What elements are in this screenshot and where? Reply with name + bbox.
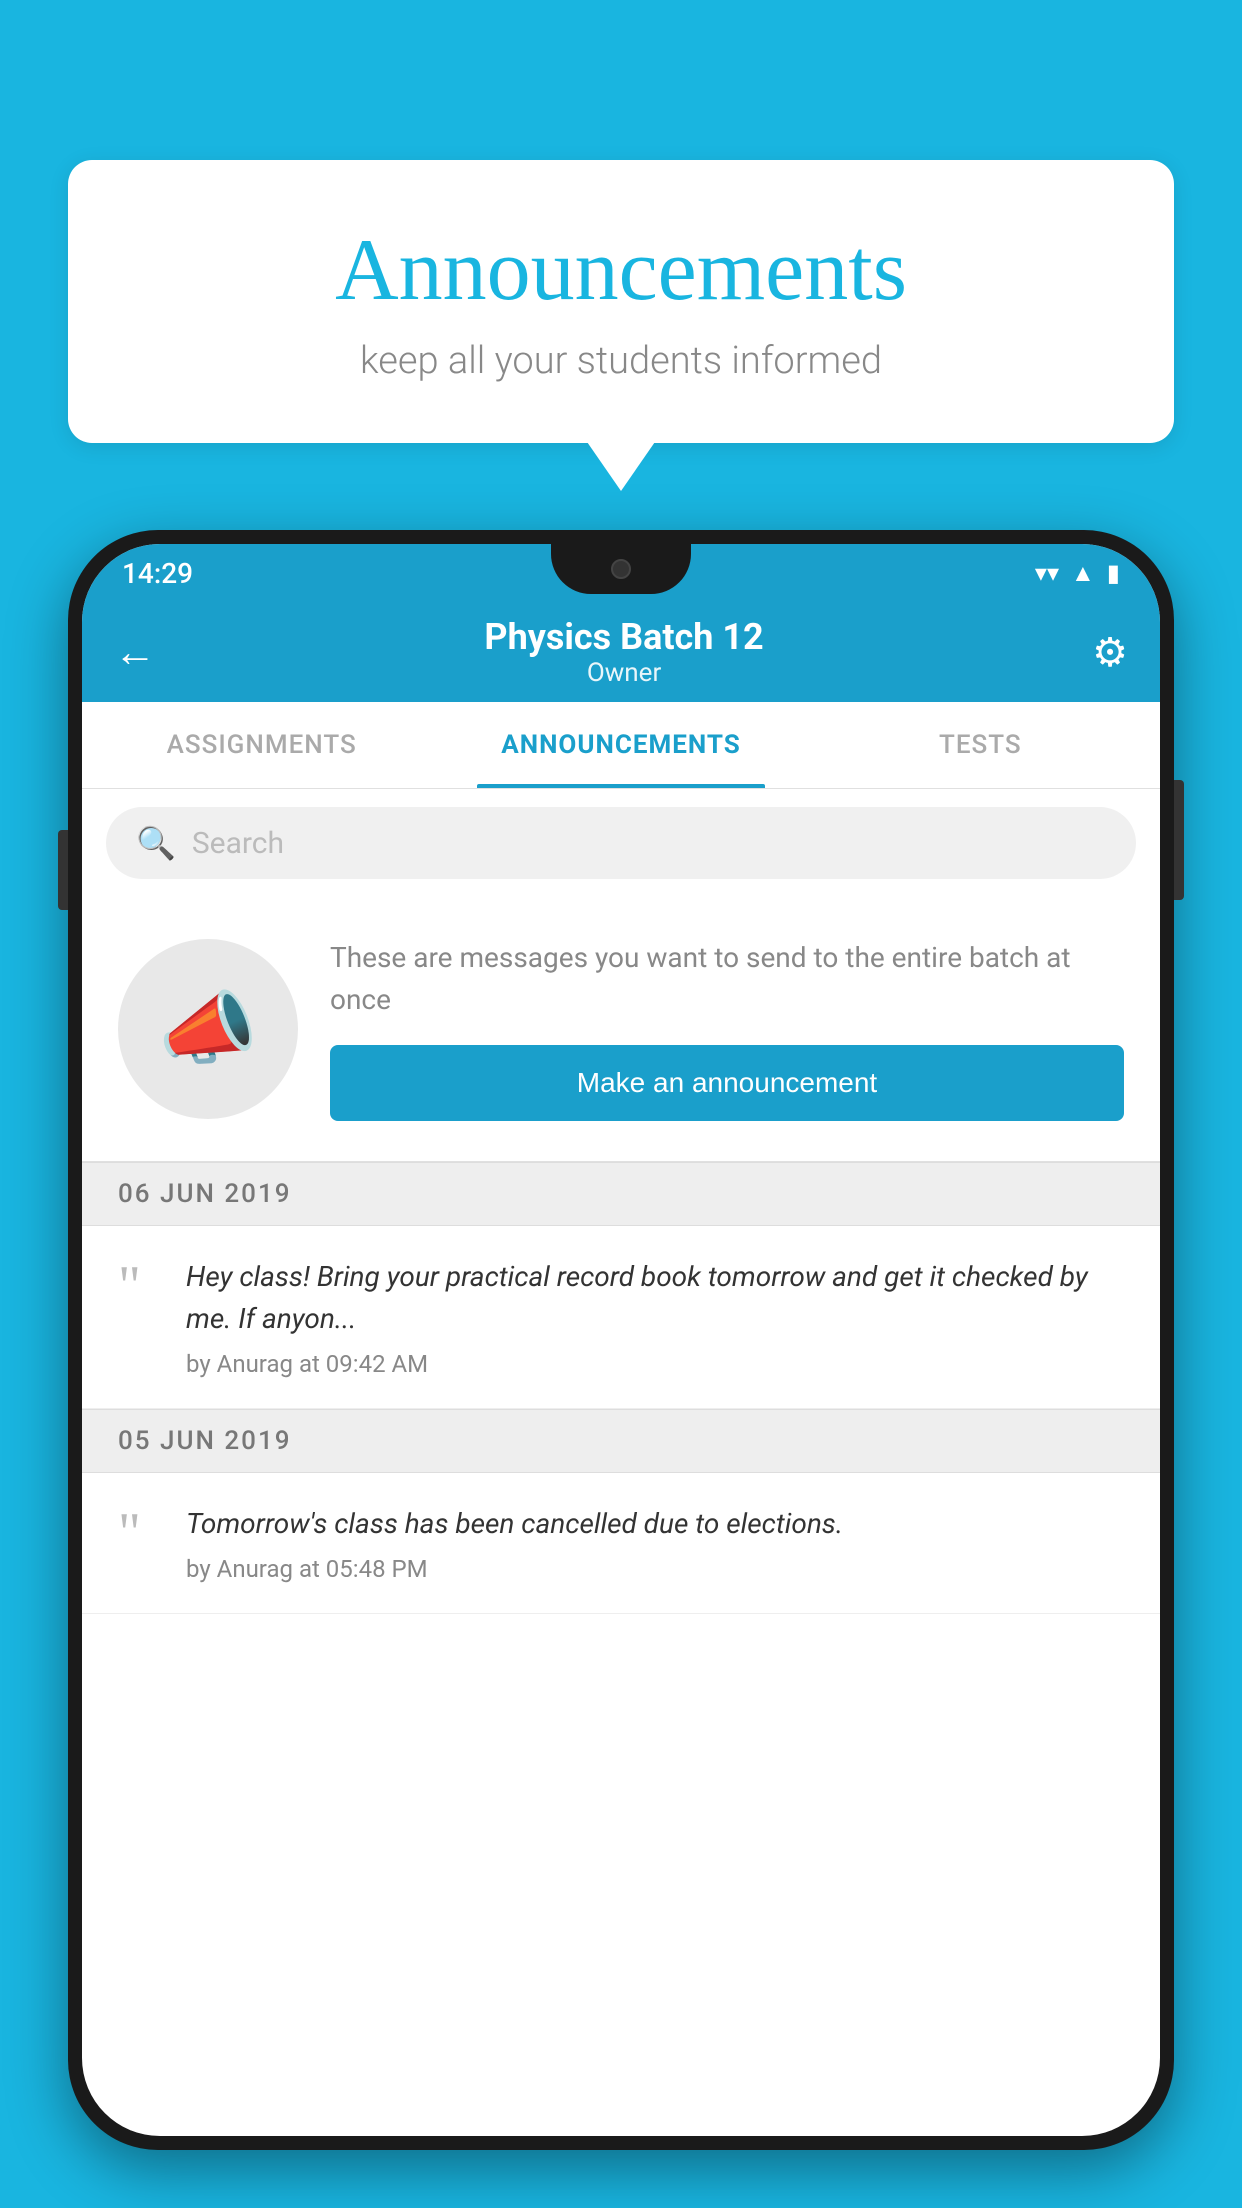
phone-container: 14:29 ▾▾ ▲ ▮ ← Physics Batch 12 Owner ⚙: [68, 530, 1174, 2208]
volume-button: [58, 830, 68, 910]
make-announcement-button[interactable]: Make an announcement: [330, 1045, 1124, 1121]
date-label-2: 05 JUN 2019: [118, 1426, 292, 1456]
back-button[interactable]: ←: [114, 628, 156, 677]
announcement-content-1: Hey class! Bring your practical record b…: [186, 1256, 1124, 1378]
date-section-2: 05 JUN 2019: [82, 1409, 1160, 1473]
announcement-text-2: Tomorrow's class has been cancelled due …: [186, 1503, 1124, 1545]
wifi-icon: ▾▾: [1035, 559, 1059, 587]
app-bar: ← Physics Batch 12 Owner ⚙: [82, 602, 1160, 702]
prompt-right: These are messages you want to send to t…: [330, 937, 1124, 1121]
content-area: 🔍 Search 📣 These are messages you want t…: [82, 789, 1160, 1614]
announcement-prompt-card: 📣 These are messages you want to send to…: [82, 897, 1160, 1162]
front-camera: [611, 559, 631, 579]
bubble-title: Announcements: [118, 220, 1124, 321]
phone-screen: 14:29 ▾▾ ▲ ▮ ← Physics Batch 12 Owner ⚙: [82, 544, 1160, 2136]
search-placeholder-text: Search: [192, 826, 284, 861]
battery-icon: ▮: [1107, 559, 1120, 587]
power-button: [1174, 780, 1184, 900]
announcement-meta-2: by Anurag at 05:48 PM: [186, 1555, 1124, 1583]
search-bar[interactable]: 🔍 Search: [106, 807, 1136, 879]
phone-outer: 14:29 ▾▾ ▲ ▮ ← Physics Batch 12 Owner ⚙: [68, 530, 1174, 2150]
speech-bubble: Announcements keep all your students inf…: [68, 160, 1174, 443]
app-bar-title-container: Physics Batch 12 Owner: [156, 616, 1092, 688]
date-section-1: 06 JUN 2019: [82, 1162, 1160, 1226]
status-time: 14:29: [122, 557, 193, 590]
prompt-text: These are messages you want to send to t…: [330, 937, 1124, 1021]
announcement-content-2: Tomorrow's class has been cancelled due …: [186, 1503, 1124, 1583]
signal-icon: ▲: [1071, 559, 1095, 588]
phone-notch: [551, 544, 691, 594]
announcement-item-2[interactable]: " Tomorrow's class has been cancelled du…: [82, 1473, 1160, 1614]
app-bar-title: Physics Batch 12: [156, 616, 1092, 658]
quote-icon-2: ": [118, 1511, 158, 1556]
tabs-container: ASSIGNMENTS ANNOUNCEMENTS TESTS: [82, 702, 1160, 789]
announcement-meta-1: by Anurag at 09:42 AM: [186, 1350, 1124, 1378]
app-bar-subtitle: Owner: [156, 658, 1092, 688]
announcement-item-1[interactable]: " Hey class! Bring your practical record…: [82, 1226, 1160, 1409]
megaphone-icon: 📣: [158, 982, 258, 1076]
announcement-text-1: Hey class! Bring your practical record b…: [186, 1256, 1124, 1340]
search-bar-container: 🔍 Search: [82, 789, 1160, 897]
search-icon: 🔍: [136, 824, 176, 862]
megaphone-circle: 📣: [118, 939, 298, 1119]
tab-announcements[interactable]: ANNOUNCEMENTS: [441, 702, 800, 788]
tab-assignments[interactable]: ASSIGNMENTS: [82, 702, 441, 788]
bubble-subtitle: keep all your students informed: [118, 339, 1124, 383]
status-icons: ▾▾ ▲ ▮: [1035, 559, 1120, 588]
tab-tests[interactable]: TESTS: [801, 702, 1160, 788]
quote-icon-1: ": [118, 1264, 158, 1309]
date-label-1: 06 JUN 2019: [118, 1179, 292, 1209]
settings-button[interactable]: ⚙: [1092, 629, 1128, 676]
speech-bubble-container: Announcements keep all your students inf…: [68, 160, 1174, 443]
